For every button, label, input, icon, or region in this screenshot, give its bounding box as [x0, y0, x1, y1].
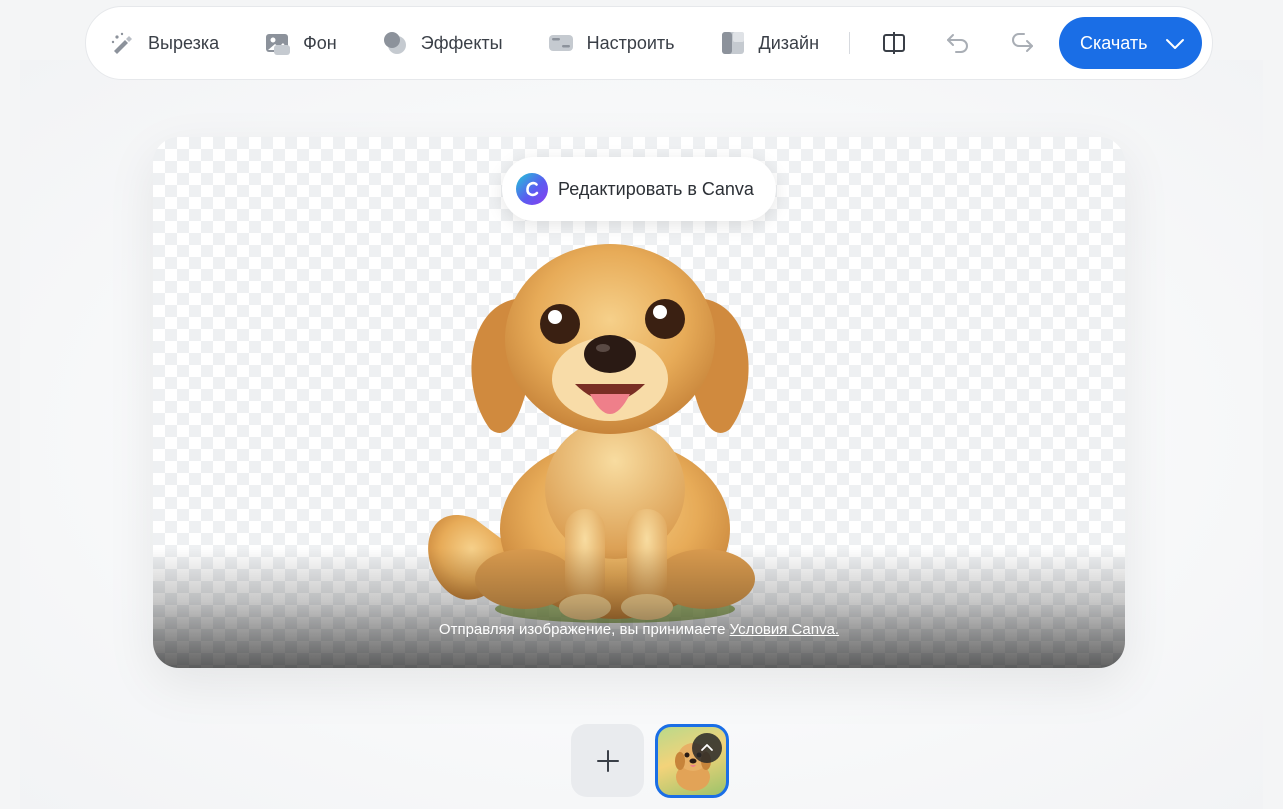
background-tool-label: Фон: [303, 32, 337, 53]
background-tool-button[interactable]: Фон: [263, 23, 337, 63]
terms-link[interactable]: Условия Canva.: [730, 621, 839, 638]
editor-toolbar: Вырезка Фон Эффекты Настроить Дизайн Ска…: [85, 6, 1213, 80]
toolbar-divider: [849, 32, 851, 54]
adjust-icon: [548, 35, 573, 51]
adjust-tool-label: Настроить: [586, 32, 675, 53]
edit-in-canva-label: Редактировать в Canva: [558, 178, 754, 199]
redo-button[interactable]: [1004, 25, 1040, 61]
compare-button[interactable]: [876, 25, 912, 61]
cutout-tool-label: Вырезка: [148, 32, 220, 53]
magic-brush-icon: [111, 32, 132, 54]
download-button-label: Скачать: [1080, 32, 1148, 53]
image-icon: [266, 34, 291, 55]
design-tool-label: Дизайн: [758, 32, 820, 53]
chevron-up-icon: [701, 744, 713, 751]
image-thumbnail[interactable]: [655, 724, 729, 798]
terms-text: Отправляя изображение, вы принимаете: [438, 621, 730, 638]
compare-icon: [883, 32, 906, 54]
redo-icon: [1012, 33, 1034, 52]
canvas-bottom-fade: [153, 548, 1125, 668]
undo-icon: [947, 34, 969, 53]
image-canvas: Редактировать в Canva Отправляя изображе…: [153, 137, 1125, 668]
thumbnail-expand-button[interactable]: [692, 733, 722, 763]
effects-tool-label: Эффекты: [420, 32, 503, 53]
effects-tool-button[interactable]: Эффекты: [381, 23, 503, 63]
edit-in-canva-button[interactable]: Редактировать в Canva: [502, 157, 776, 221]
design-tool-button[interactable]: Дизайн: [719, 23, 820, 63]
chevron-down-icon[interactable]: [1164, 33, 1186, 55]
terms-notice: Отправляя изображение, вы принимаете Усл…: [153, 621, 1125, 638]
canva-logo-icon: [516, 173, 548, 205]
circles-icon: [383, 32, 406, 54]
layout-icon: [721, 32, 744, 54]
download-button[interactable]: Скачать: [1059, 17, 1202, 69]
undo-button[interactable]: [940, 25, 976, 61]
plus-icon: [596, 749, 619, 772]
add-image-button[interactable]: [571, 724, 644, 797]
adjust-tool-button[interactable]: Настроить: [547, 23, 675, 63]
cutout-tool-button[interactable]: Вырезка: [108, 23, 219, 63]
